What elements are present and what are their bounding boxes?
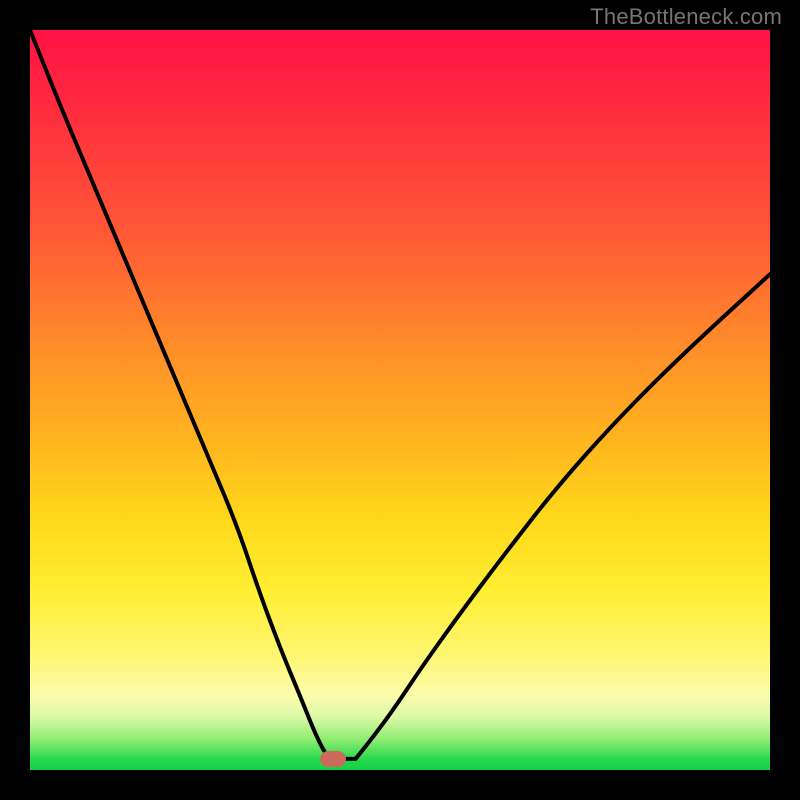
watermark-text: TheBottleneck.com	[590, 4, 782, 30]
curve-svg	[30, 30, 770, 770]
bottleneck-curve	[30, 30, 770, 759]
image-frame: TheBottleneck.com	[0, 0, 800, 800]
plot-area	[30, 30, 770, 770]
optimal-point-marker	[320, 751, 346, 767]
